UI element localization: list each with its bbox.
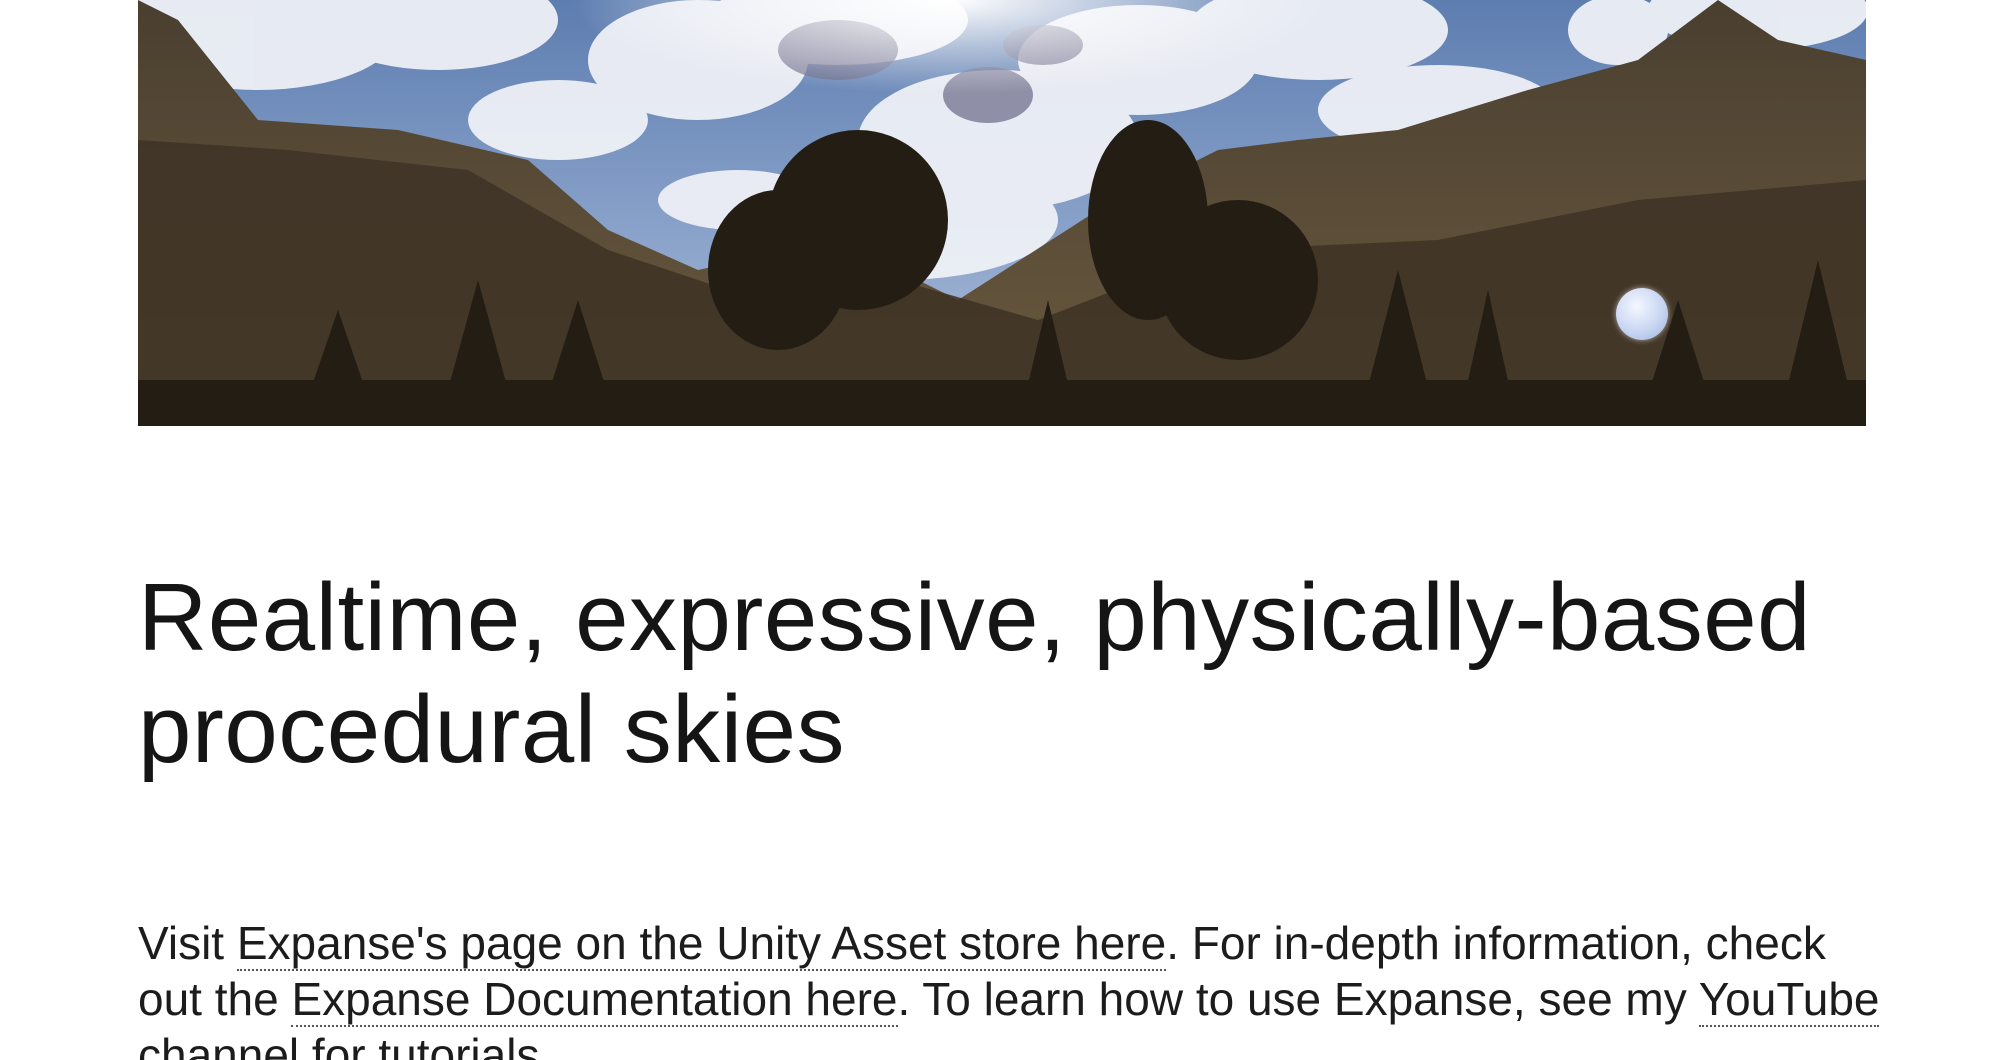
hero-image bbox=[138, 0, 1866, 426]
page-title-line-2: procedural skies bbox=[138, 676, 845, 783]
page-title: Realtime, expressive, physically-based pr… bbox=[138, 562, 1866, 786]
intro-paragraph: Visit Expanse's page on the Unity Asset … bbox=[138, 915, 1888, 1060]
documentation-link[interactable]: Expanse Documentation here bbox=[291, 973, 898, 1027]
intro-end-text: . bbox=[539, 1029, 553, 1060]
page: Realtime, expressive, physically-based pr… bbox=[0, 0, 2004, 1060]
intro-visit-text: Visit bbox=[138, 917, 237, 969]
intro-after-docs-text: . To learn how to use Expanse, see my bbox=[897, 973, 1699, 1025]
page-title-line-1: Realtime, expressive, physically-based bbox=[138, 564, 1812, 671]
asset-store-link[interactable]: Expanse's page on the Unity Asset store … bbox=[236, 917, 1167, 971]
moon-icon bbox=[1616, 288, 1668, 340]
landscape-illustration bbox=[138, 0, 1866, 426]
